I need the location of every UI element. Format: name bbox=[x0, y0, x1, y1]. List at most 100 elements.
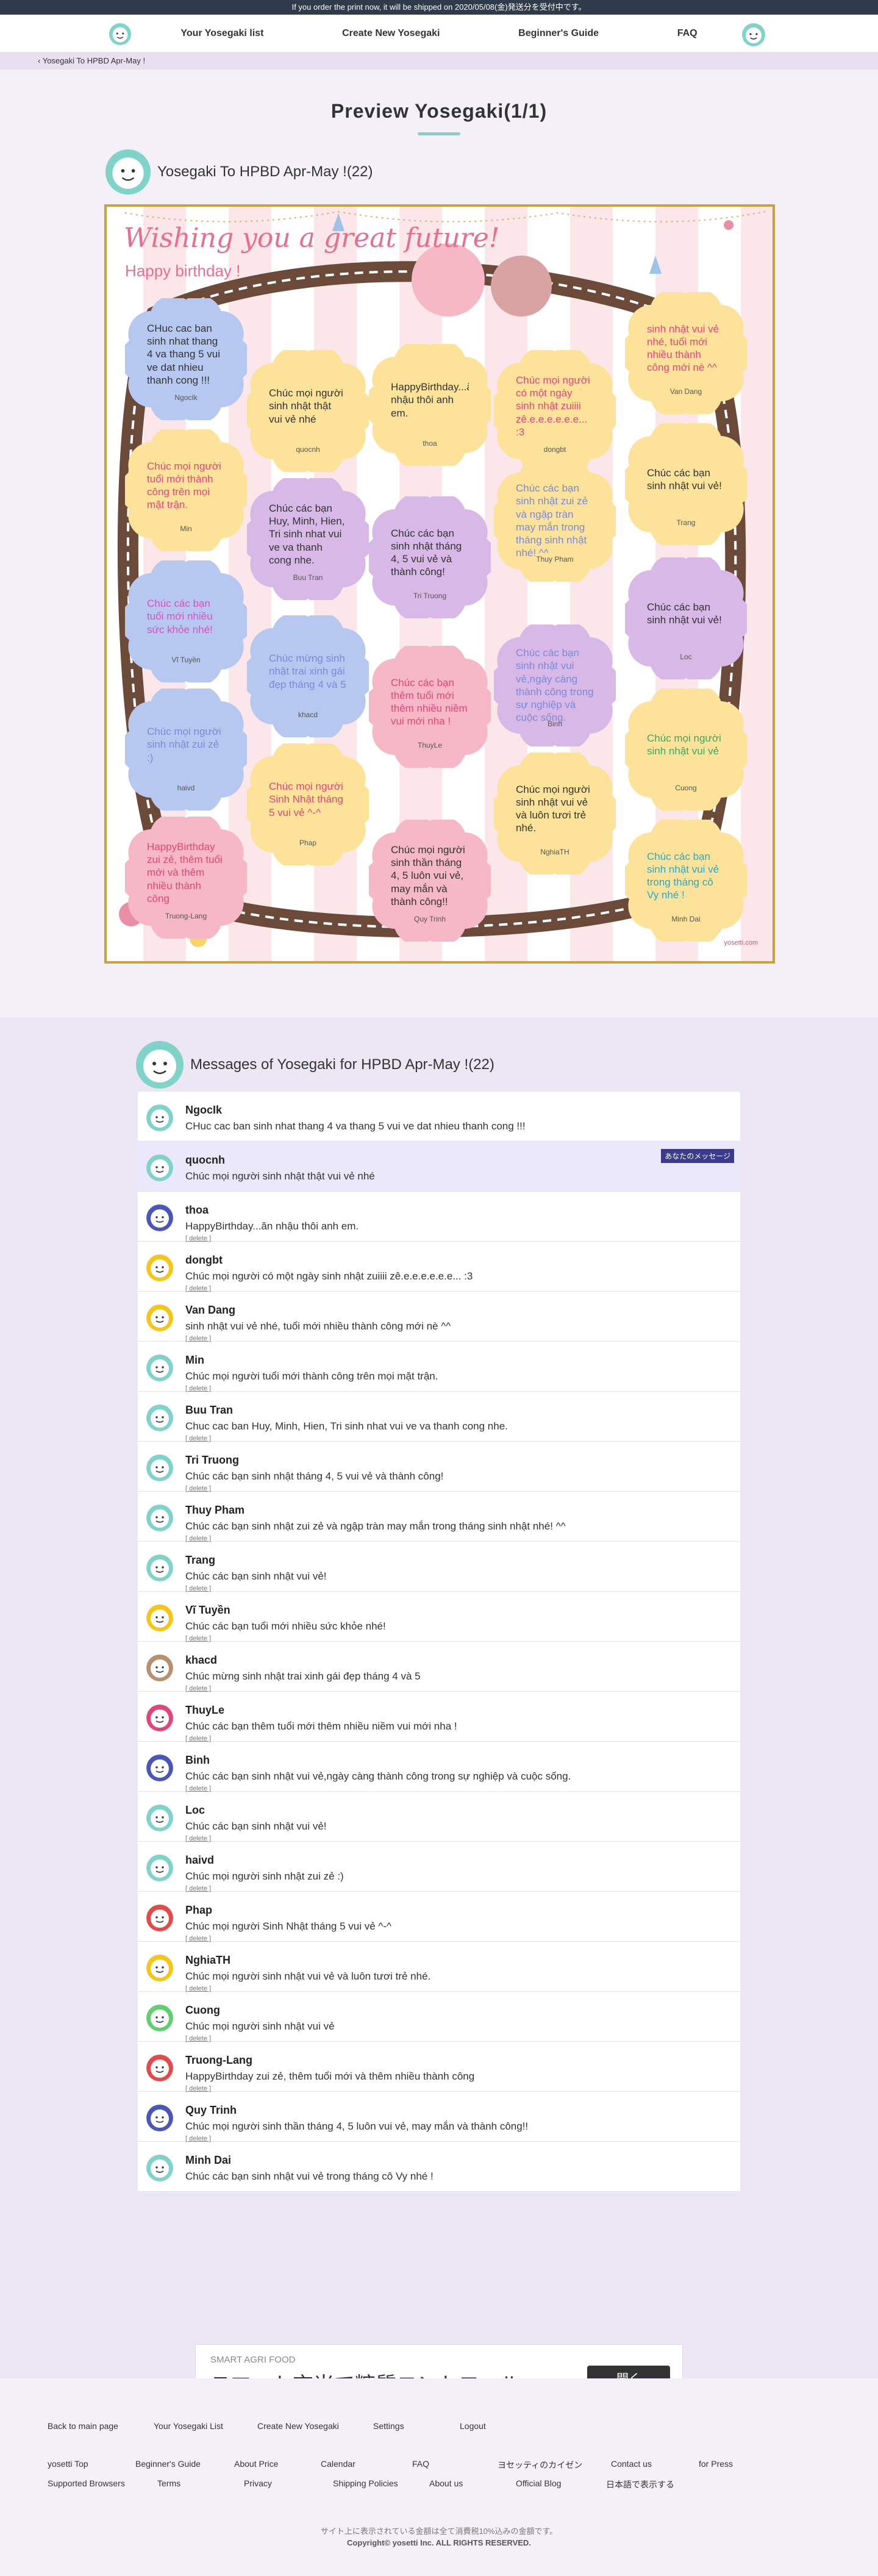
nav-beginners-guide[interactable]: Beginner's Guide bbox=[515, 28, 602, 39]
message-text: CHuc cac ban sinh nhat thang 4 va thang … bbox=[185, 1120, 526, 1132]
flower-author: ThuyLe bbox=[417, 741, 443, 750]
footer-terms[interactable]: Terms bbox=[157, 2478, 244, 2491]
message-text: sinh nhật vui vẻ nhé, tuổi mới nhiều thà… bbox=[185, 1320, 451, 1332]
author-avatar-icon bbox=[146, 1454, 173, 1481]
message-author: Trang bbox=[185, 1554, 216, 1566]
footer-settings[interactable]: Settings bbox=[373, 2421, 460, 2431]
footer-for-press[interactable]: for Press bbox=[699, 2459, 754, 2471]
message-row: Tri Truong Chúc các bạn sinh nhật tháng 4… bbox=[138, 1442, 740, 1492]
flower-message: sinh nhật vui vẻ nhé, tuổi mới nhiều thà… bbox=[647, 323, 719, 374]
nav-faq[interactable]: FAQ bbox=[674, 28, 701, 39]
message-text: Chúc mọi người sinh nhật vui vẻ bbox=[185, 2020, 335, 2032]
flower-author: thoa bbox=[423, 439, 437, 448]
message-text: Chúc các bạn sinh nhật tháng 4, 5 vui vẻ… bbox=[185, 1470, 444, 1482]
board-title: Yosegaki To HPBD Apr-May !(22) bbox=[157, 163, 373, 180]
message-author: thoa bbox=[185, 1204, 209, 1216]
footer-yosetti-top[interactable]: yosetti Top bbox=[48, 2459, 135, 2471]
messages-header: Messages of Yosegaki for HPBD Apr-May !(… bbox=[135, 1040, 494, 1089]
message-row: Thuy Pham Chúc các bạn sinh nhật zui zẻ v… bbox=[138, 1492, 740, 1542]
footer-contact-us[interactable]: Contact us bbox=[611, 2459, 699, 2471]
nav-menu: Your Yosegaki list Create New Yosegaki B… bbox=[141, 15, 737, 52]
nav-your-yosegaki-list[interactable]: Your Yosegaki list bbox=[177, 28, 267, 39]
footer-about-us[interactable]: About us bbox=[429, 2478, 516, 2491]
flower-message: Chúc mọi người sinh nhật thật vui vẻ nhé bbox=[269, 387, 343, 425]
title-underline bbox=[418, 132, 460, 135]
footer-kaizen[interactable]: ヨセッティのカイゼン bbox=[498, 2459, 611, 2471]
message-author: khacd bbox=[185, 1654, 218, 1666]
flower-message: Chúc các bạn sinh nhật vui vẻ! bbox=[647, 467, 722, 492]
your-message-badge: あなたのメッセージ bbox=[661, 1149, 734, 1163]
footer-faq[interactable]: FAQ bbox=[412, 2459, 498, 2471]
message-text: Chúc mọi người sinh thần tháng 4, 5 luôn… bbox=[185, 2120, 529, 2132]
flower-author: haivd bbox=[177, 784, 195, 792]
message-flower: Chúc mừng sinh nhật trai xinh gái đẹp th… bbox=[247, 615, 369, 737]
footer-about-price[interactable]: About Price bbox=[234, 2459, 321, 2471]
message-flower: Chúc các bạn sinh nhật zui zẻ và ngập tr… bbox=[494, 460, 616, 582]
author-avatar-icon bbox=[146, 1104, 173, 1131]
author-avatar-icon bbox=[146, 1204, 173, 1231]
flower-author: Thuy Pham bbox=[536, 555, 574, 564]
footer-shipping-policies[interactable]: Shipping Policies bbox=[333, 2478, 429, 2491]
breadcrumb[interactable]: ‹ Yosegaki To HPBD Apr-May ! bbox=[0, 52, 878, 70]
footer-language-japanese[interactable]: 日本語で表示する bbox=[606, 2478, 685, 2491]
message-flower: Chúc mọi người có một ngày sinh nhật zui… bbox=[494, 350, 616, 472]
message-row: Phap Chúc mọi người Sinh Nhật tháng 5 vui… bbox=[138, 1892, 740, 1942]
message-row: Quy Trinh Chúc mọi người sinh thần tháng … bbox=[138, 2092, 740, 2142]
message-row: Cuong Chúc mọi người sinh nhật vui vẻ[ de… bbox=[138, 1992, 740, 2042]
footer-supported-browsers[interactable]: Supported Browsers bbox=[48, 2478, 157, 2491]
message-text: Chúc mọi người tuổi mới thành công trên … bbox=[185, 1370, 438, 1382]
footer-beginners-guide[interactable]: Beginner's Guide bbox=[135, 2459, 234, 2471]
flower-message: Chúc các bạn Huy, Minh, Hien, Tri sinh n… bbox=[269, 502, 345, 566]
footer-your-yosegaki-list[interactable]: Your Yosegaki List bbox=[154, 2421, 257, 2431]
message-author: Phap bbox=[185, 1904, 213, 1916]
author-avatar-icon bbox=[146, 1304, 173, 1331]
yosetti-logo-icon[interactable] bbox=[109, 23, 132, 46]
flower-message: Chúc mọi người sinh nhật vui vẻ và luôn … bbox=[516, 783, 590, 834]
message-text: Chúc mọi người có một ngày sinh nhật zui… bbox=[185, 1270, 473, 1282]
author-avatar-icon bbox=[146, 2105, 173, 2131]
footer-logout[interactable]: Logout bbox=[460, 2421, 521, 2431]
footer-privacy[interactable]: Privacy bbox=[244, 2478, 333, 2491]
message-row: Trang Chúc các bạn sinh nhật vui vẻ![ del… bbox=[138, 1542, 740, 1592]
author-avatar-icon bbox=[146, 1855, 173, 1881]
nav-create-new-yosegaki[interactable]: Create New Yosegaki bbox=[338, 28, 443, 39]
message-row: haivd Chúc mọi người sinh nhật zui zẻ :)[… bbox=[138, 1842, 740, 1892]
message-author: Van Dang bbox=[185, 1304, 236, 1316]
author-avatar-icon bbox=[146, 1805, 173, 1831]
footer-main-links: Back to main page Your Yosegaki List Cre… bbox=[48, 2421, 521, 2431]
footer-info-links: yosetti Top Beginner's Guide About Price… bbox=[48, 2459, 754, 2471]
flower-author: Cuong bbox=[675, 784, 697, 792]
message-row: khacd Chúc mừng sinh nhật trai xinh gái đ… bbox=[138, 1642, 740, 1692]
message-text: Chúc mọi người Sinh Nhật tháng 5 vui vẻ … bbox=[185, 1920, 392, 1932]
board-header: Yosegaki To HPBD Apr-May !(22) bbox=[105, 149, 373, 195]
message-text: Chúc mọi người sinh nhật zui zẻ :) bbox=[185, 1870, 344, 1882]
footer-back-to-main[interactable]: Back to main page bbox=[48, 2421, 154, 2431]
flower-message: Chúc các bạn sinh nhật zui zẻ và ngập tr… bbox=[516, 482, 588, 559]
footer: Back to main page Your Yosegaki List Cre… bbox=[0, 2378, 878, 2576]
footer-official-blog[interactable]: Official Blog bbox=[516, 2478, 606, 2491]
message-row: Vĩ Tuyền Chúc các bạn tuổi mới nhiều sức … bbox=[138, 1592, 740, 1642]
footer-create-new-yosegaki[interactable]: Create New Yosegaki bbox=[257, 2421, 373, 2431]
footer-calendar[interactable]: Calendar bbox=[321, 2459, 412, 2471]
author-avatar-icon bbox=[146, 1605, 173, 1631]
message-flower: Chúc mọi người tuổi mới thành công trên … bbox=[125, 429, 247, 551]
author-avatar-icon bbox=[146, 1955, 173, 1981]
flower-author: Binh bbox=[547, 720, 563, 728]
author-avatar-icon bbox=[146, 1404, 173, 1431]
flower-message: CHuc cac ban sinh nhat thang 4 va thang … bbox=[147, 322, 221, 386]
author-avatar-icon bbox=[146, 1705, 173, 1731]
flower-message: Chúc các bạn sinh nhật vui vẻ,ngày càng … bbox=[516, 647, 594, 724]
flower-message: Chúc mừng sinh nhật trai xinh gái đẹp th… bbox=[269, 653, 346, 690]
author-avatar-icon bbox=[146, 1254, 173, 1281]
message-text: Chúc các bạn tuổi mới nhiều sức khỏe nhé… bbox=[185, 1620, 386, 1632]
message-flower: Chúc các bạn sinh nhật vui vẻ! Trang bbox=[625, 423, 747, 545]
flower-message: Chúc mọi người có một ngày sinh nhật zui… bbox=[516, 374, 590, 438]
message-flower: HappyBirthday zui zẻ, thêm tuổi mới và t… bbox=[125, 817, 247, 939]
message-author: dongbt bbox=[185, 1254, 223, 1266]
user-avatar-icon[interactable] bbox=[741, 23, 766, 47]
message-flower: sinh nhật vui vẻ nhé, tuổi mới nhiều thà… bbox=[625, 292, 747, 414]
flower-message: Chúc các bạn sinh nhật vui vẻ! bbox=[647, 601, 722, 626]
flower-author: dongbt bbox=[543, 445, 566, 454]
flower-message: HappyBirthday...ăn nhậu thôi anh em. bbox=[391, 381, 469, 419]
message-row: Van Dang sinh nhật vui vẻ nhé, tuổi mới n… bbox=[138, 1292, 740, 1342]
